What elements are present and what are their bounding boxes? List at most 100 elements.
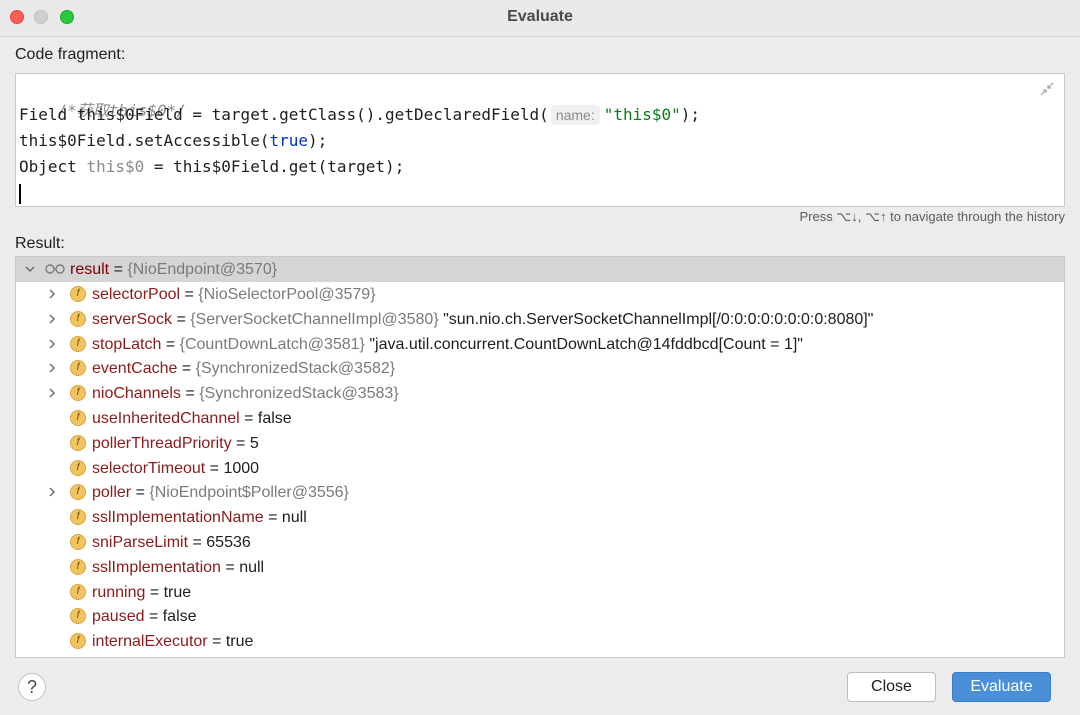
field-value: true — [225, 633, 254, 651]
code-line-2: Field this$0Field = target.getClass().ge… — [19, 104, 700, 126]
field-value: false — [162, 608, 197, 626]
code-text: ); — [680, 105, 701, 124]
tree-row-label: sslImplementation = null — [92, 555, 264, 580]
field-name: serverSock — [92, 310, 173, 328]
close-button[interactable]: Close — [847, 672, 936, 702]
field-ref: {NioEndpoint$Poller@3556} — [149, 484, 349, 502]
field-ref: {ServerSocketChannelImpl@3580} — [190, 310, 439, 328]
chevron-right-icon[interactable] — [46, 486, 58, 498]
code-text: this$0Field.setAccessible( — [19, 131, 270, 150]
title-bar: Evaluate — [0, 0, 1080, 37]
chevron-down-icon[interactable] — [24, 263, 36, 275]
help-button[interactable]: ? — [18, 673, 46, 701]
equals-sign: = — [180, 385, 200, 403]
tree-row[interactable]: f serverSock = {ServerSocketChannelImpl@3… — [16, 307, 1064, 332]
field-icon: f — [70, 583, 86, 600]
result-tree[interactable]: result = {NioEndpoint@3570} f selectorPoo… — [15, 256, 1065, 658]
field-icon: f — [70, 434, 86, 451]
field-value: 65536 — [206, 534, 251, 551]
field-icon: f — [70, 534, 86, 550]
field-name: sslImplementation — [92, 558, 221, 576]
field-value: true — [163, 583, 192, 601]
tree-row-label: nioChannels = {SynchronizedStack@3583} — [92, 381, 399, 406]
history-hint: Press ⌥↓, ⌥↑ to navigate through the his… — [799, 209, 1065, 224]
field-name: selectorTimeout — [92, 459, 206, 477]
tree-row[interactable]: f internalExecutor = true — [16, 629, 1064, 654]
tree-row[interactable]: f paused = false — [16, 604, 1064, 629]
field-icon: f — [70, 484, 86, 501]
tree-root-label: result = {NioEndpoint@3570} — [70, 257, 277, 282]
field-icon: f — [70, 335, 86, 352]
equals-sign: = — [180, 286, 199, 303]
field-value: 1000 — [223, 459, 260, 477]
chevron-right-icon[interactable] — [46, 362, 58, 374]
tree-row-label: selectorTimeout = 1000 — [92, 456, 259, 481]
tree-row[interactable]: f sniParseLimit = 65536 — [16, 530, 1064, 555]
tree-row[interactable]: f selectorPool = {NioSelectorPool@3579} — [16, 282, 1064, 307]
tree-row-label: stopLatch = {CountDownLatch@3581} "java.… — [92, 332, 803, 357]
field-icon: f — [70, 459, 86, 476]
field-icon: f — [70, 286, 86, 302]
tree-row[interactable]: f sslImplementationName = null — [16, 505, 1064, 530]
tree-row[interactable]: f pollerThreadPriority = 5 — [16, 431, 1064, 456]
code-line-1: /*获取this$0*/ — [19, 78, 186, 120]
tree-row-root[interactable]: result = {NioEndpoint@3570} — [16, 257, 1064, 282]
tree-row[interactable]: f eventCache = {SynchronizedStack@3582} — [16, 356, 1064, 381]
field-value: 5 — [249, 434, 259, 452]
code-text: Object — [19, 157, 87, 176]
chevron-right-icon[interactable] — [46, 387, 58, 399]
collapse-icon[interactable] — [1040, 82, 1054, 96]
code-text: ); — [307, 131, 328, 150]
equals-sign: = — [144, 608, 163, 626]
field-icon: f — [70, 633, 86, 650]
tree-row[interactable]: f nioChannels = {SynchronizedStack@3583} — [16, 381, 1064, 406]
result-ref: {NioEndpoint@3570} — [127, 261, 278, 278]
code-line-4: Object this$0 = this$0Field.get(target); — [19, 156, 404, 178]
chevron-right-icon[interactable] — [46, 338, 58, 350]
tree-row[interactable]: f selectorTimeout = 1000 — [16, 456, 1064, 481]
field-icon: f — [70, 558, 86, 575]
code-text: Field this$0Field = target.getClass().ge… — [19, 105, 549, 124]
field-ref: {NioSelectorPool@3579} — [198, 286, 376, 303]
tree-row-label: sslImplementationName = null — [92, 505, 307, 530]
field-name: running — [92, 583, 146, 601]
tree-row[interactable]: f useInheritedChannel = false — [16, 406, 1064, 431]
field-name: paused — [92, 608, 145, 626]
equals-sign: = — [145, 583, 164, 601]
evaluate-button[interactable]: Evaluate — [952, 672, 1051, 702]
field-value: "sun.nio.ch.ServerSocketChannelImpl[/0:0… — [438, 310, 874, 328]
equals-sign: = — [109, 261, 128, 278]
field-icon: f — [70, 410, 86, 426]
tree-row[interactable]: f stopLatch = {CountDownLatch@3581} "java… — [16, 332, 1064, 357]
code-fragment-label: Code fragment: — [15, 46, 126, 63]
field-icon: f — [70, 310, 86, 327]
tree-row[interactable]: f poller = {NioEndpoint$Poller@3556} — [16, 480, 1064, 505]
field-name: stopLatch — [92, 335, 162, 353]
tree-row[interactable]: f running = true — [16, 580, 1064, 605]
field-value: null — [239, 558, 265, 576]
tree-row-label: paused = false — [92, 604, 197, 629]
tree-row-label: selectorPool = {NioSelectorPool@3579} — [92, 282, 376, 307]
window-title: Evaluate — [507, 8, 573, 25]
field-name: eventCache — [92, 360, 178, 378]
tree-row-label: internalExecutor = true — [92, 629, 253, 654]
chevron-right-icon[interactable] — [46, 313, 58, 325]
field-ref: {SynchronizedStack@3582} — [195, 360, 396, 378]
field-icon: f — [70, 608, 86, 625]
tree-row-label: poller = {NioEndpoint$Poller@3556} — [92, 480, 349, 505]
field-name: sniParseLimit — [92, 534, 189, 551]
equals-sign: = — [239, 410, 258, 427]
code-unused-variable: this$0 — [86, 157, 145, 176]
field-name: poller — [92, 484, 132, 502]
tree-row[interactable]: f sslImplementation = null — [16, 555, 1064, 580]
field-value: "java.util.concurrent.CountDownLatch@14f… — [364, 335, 803, 353]
tree-row-label: eventCache = {SynchronizedStack@3582} — [92, 356, 395, 381]
tree-row-label: running = true — [92, 580, 191, 605]
equals-sign: = — [172, 310, 191, 328]
code-string: "this$0" — [603, 105, 681, 124]
equals-sign: = — [131, 484, 150, 502]
code-editor[interactable]: /*获取this$0*/ Field this$0Field = target.… — [15, 73, 1065, 207]
tree-row-label: serverSock = {ServerSocketChannelImpl@35… — [92, 307, 873, 332]
tree-row-label: useInheritedChannel = false — [92, 406, 292, 431]
chevron-right-icon[interactable] — [46, 288, 58, 300]
